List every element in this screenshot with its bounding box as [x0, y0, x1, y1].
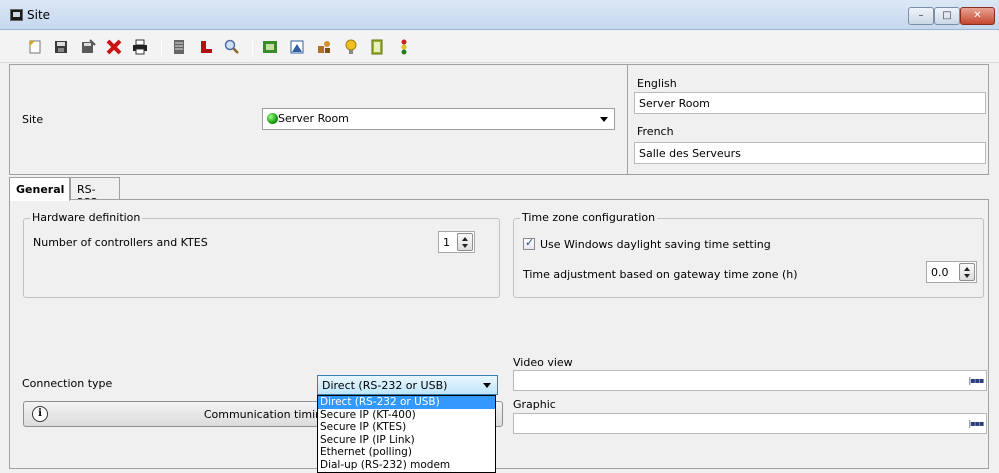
english-label: English	[637, 77, 677, 90]
dropdown-option[interactable]: Ethernet (polling)	[318, 446, 495, 459]
site-label: Site	[22, 113, 44, 126]
controllers-value: 1	[443, 236, 450, 249]
video-view-label: Video view	[513, 356, 573, 369]
toolbar	[0, 31, 999, 63]
graphic-icon[interactable]	[289, 39, 305, 55]
tab-rs232[interactable]: RS-232	[70, 177, 120, 209]
app-icon	[10, 9, 23, 21]
browse-icon[interactable]: |▪▪▪	[967, 372, 985, 390]
dropdown-option[interactable]: Dial-up (RS-232) modem	[318, 459, 495, 472]
minimize-button[interactable]: –	[908, 7, 934, 25]
settings-icon[interactable]	[316, 39, 332, 55]
link-icon[interactable]	[198, 39, 214, 55]
lightbulb-icon[interactable]	[343, 39, 359, 55]
title-bar: Site – □ ✕	[0, 0, 999, 30]
site-select[interactable]: Server Room	[262, 108, 615, 130]
map-icon[interactable]	[262, 39, 278, 55]
spinner-arrows-icon[interactable]	[959, 263, 975, 281]
connection-type-value: Direct (RS-232 or USB)	[322, 379, 448, 392]
close-button[interactable]: ✕	[960, 7, 995, 25]
chevron-down-icon	[600, 117, 608, 122]
save-icon[interactable]	[53, 39, 69, 55]
traffic-light-icon[interactable]	[396, 39, 412, 55]
graphic-field[interactable]: |▪▪▪	[513, 413, 987, 434]
english-field[interactable]: Server Room	[634, 92, 986, 114]
dropdown-option[interactable]: Secure IP (KTES)	[318, 421, 495, 434]
print-icon[interactable]	[132, 39, 148, 55]
delete-icon[interactable]	[106, 39, 122, 55]
site-select-value: Server Room	[278, 112, 349, 125]
timezone-group-title: Time zone configuration	[520, 211, 658, 224]
chevron-down-icon	[483, 383, 491, 388]
maximize-button[interactable]: □	[934, 7, 960, 25]
new-record-icon[interactable]	[27, 39, 43, 55]
daylight-checkbox[interactable]	[523, 236, 535, 250]
time-adjust-label: Time adjustment based on gateway time zo…	[523, 268, 798, 281]
communication-timing-label: Communication timin	[203, 408, 323, 421]
window-title: Site	[27, 8, 51, 22]
dropdown-option[interactable]: Secure IP (KT-400)	[318, 409, 495, 422]
tab-general[interactable]: General	[9, 177, 70, 201]
daylight-label: Use Windows daylight saving time setting	[540, 238, 771, 251]
site-header-panel: Site Server Room English Server Room Fre…	[9, 64, 989, 175]
spinner-arrows-icon[interactable]	[457, 233, 473, 251]
list-icon[interactable]	[171, 39, 187, 55]
browse-icon[interactable]: |▪▪▪	[967, 415, 985, 433]
hardware-group: Hardware definition Number of controller…	[23, 211, 500, 298]
dropdown-option[interactable]: Secure IP (IP Link)	[318, 434, 495, 447]
timezone-group: Time zone configuration Use Windows dayl…	[513, 211, 984, 298]
french-field[interactable]: Salle des Serveurs	[634, 142, 986, 164]
time-adjust-stepper[interactable]: 0.0	[926, 261, 977, 283]
status-green-icon	[267, 113, 278, 124]
general-panel: Hardware definition Number of controller…	[9, 199, 989, 469]
graphic-label: Graphic	[513, 398, 556, 411]
connection-type-select[interactable]: Direct (RS-232 or USB)	[317, 375, 498, 395]
connection-type-dropdown: Direct (RS-232 or USB) Secure IP (KT-400…	[317, 395, 496, 473]
french-label: French	[637, 125, 674, 138]
controllers-label: Number of controllers and KTES	[33, 236, 208, 249]
search-icon[interactable]	[224, 39, 240, 55]
dropdown-option[interactable]: Direct (RS-232 or USB)	[318, 396, 495, 409]
door-icon[interactable]	[369, 39, 385, 55]
info-icon: i	[32, 406, 48, 422]
controllers-stepper[interactable]: 1	[438, 231, 475, 253]
video-view-field[interactable]: |▪▪▪	[513, 370, 987, 391]
connection-type-label: Connection type	[22, 377, 113, 390]
save-copy-icon[interactable]	[80, 39, 96, 55]
time-adjust-value: 0.0	[931, 266, 949, 279]
hardware-group-title: Hardware definition	[30, 211, 143, 224]
